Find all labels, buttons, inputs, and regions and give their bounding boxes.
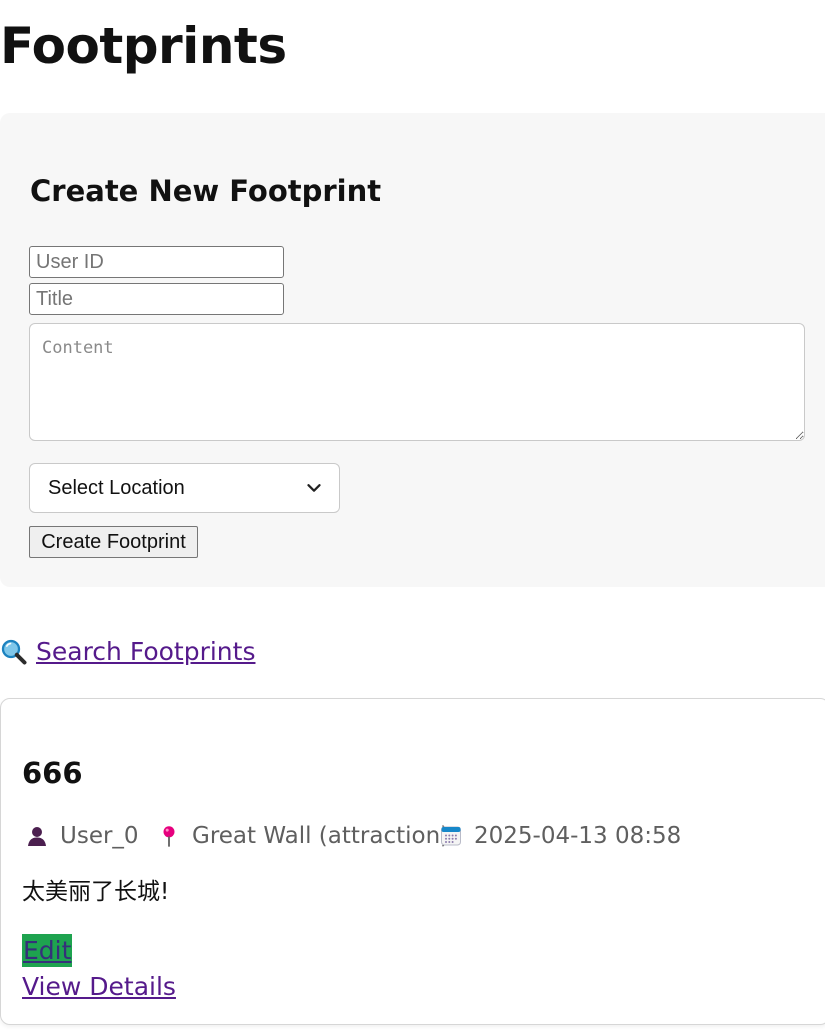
footprint-user-meta: User_0 <box>26 820 139 852</box>
user-id-input[interactable] <box>29 246 284 278</box>
footprint-content: 太美丽了长城! <box>22 879 170 905</box>
footprint-title: 666 <box>22 756 83 790</box>
search-icon <box>1 639 27 665</box>
search-footprints-label: Search Footprints <box>36 637 256 666</box>
page-title: Footprints <box>0 17 287 75</box>
user-icon <box>28 827 46 846</box>
create-footprint-title: Create New Footprint <box>30 174 382 208</box>
location-select[interactable]: Select Location <box>29 463 340 513</box>
chevron-down-icon <box>307 484 321 492</box>
calendar-icon <box>441 826 461 846</box>
footprint-location: Great Wall (attraction) <box>192 823 450 849</box>
search-footprints-link[interactable]: Search Footprints <box>0 636 255 668</box>
title-input[interactable] <box>29 283 284 315</box>
location-pin-icon <box>163 826 175 847</box>
footprint-location-meta: Great Wall (attraction) <box>158 820 449 852</box>
footprint-user: User_0 <box>60 823 139 849</box>
view-details-link[interactable]: View Details <box>22 971 176 1003</box>
content-textarea[interactable] <box>29 323 805 441</box>
location-select-value: Select Location <box>48 476 185 499</box>
footprint-date: 2025-04-13 08:58 <box>474 823 682 849</box>
create-footprint-button[interactable]: Create Footprint <box>29 526 198 558</box>
footprint-date-meta: 2025-04-13 08:58 <box>440 820 681 852</box>
edit-footprint-link[interactable]: Edit <box>22 934 73 967</box>
